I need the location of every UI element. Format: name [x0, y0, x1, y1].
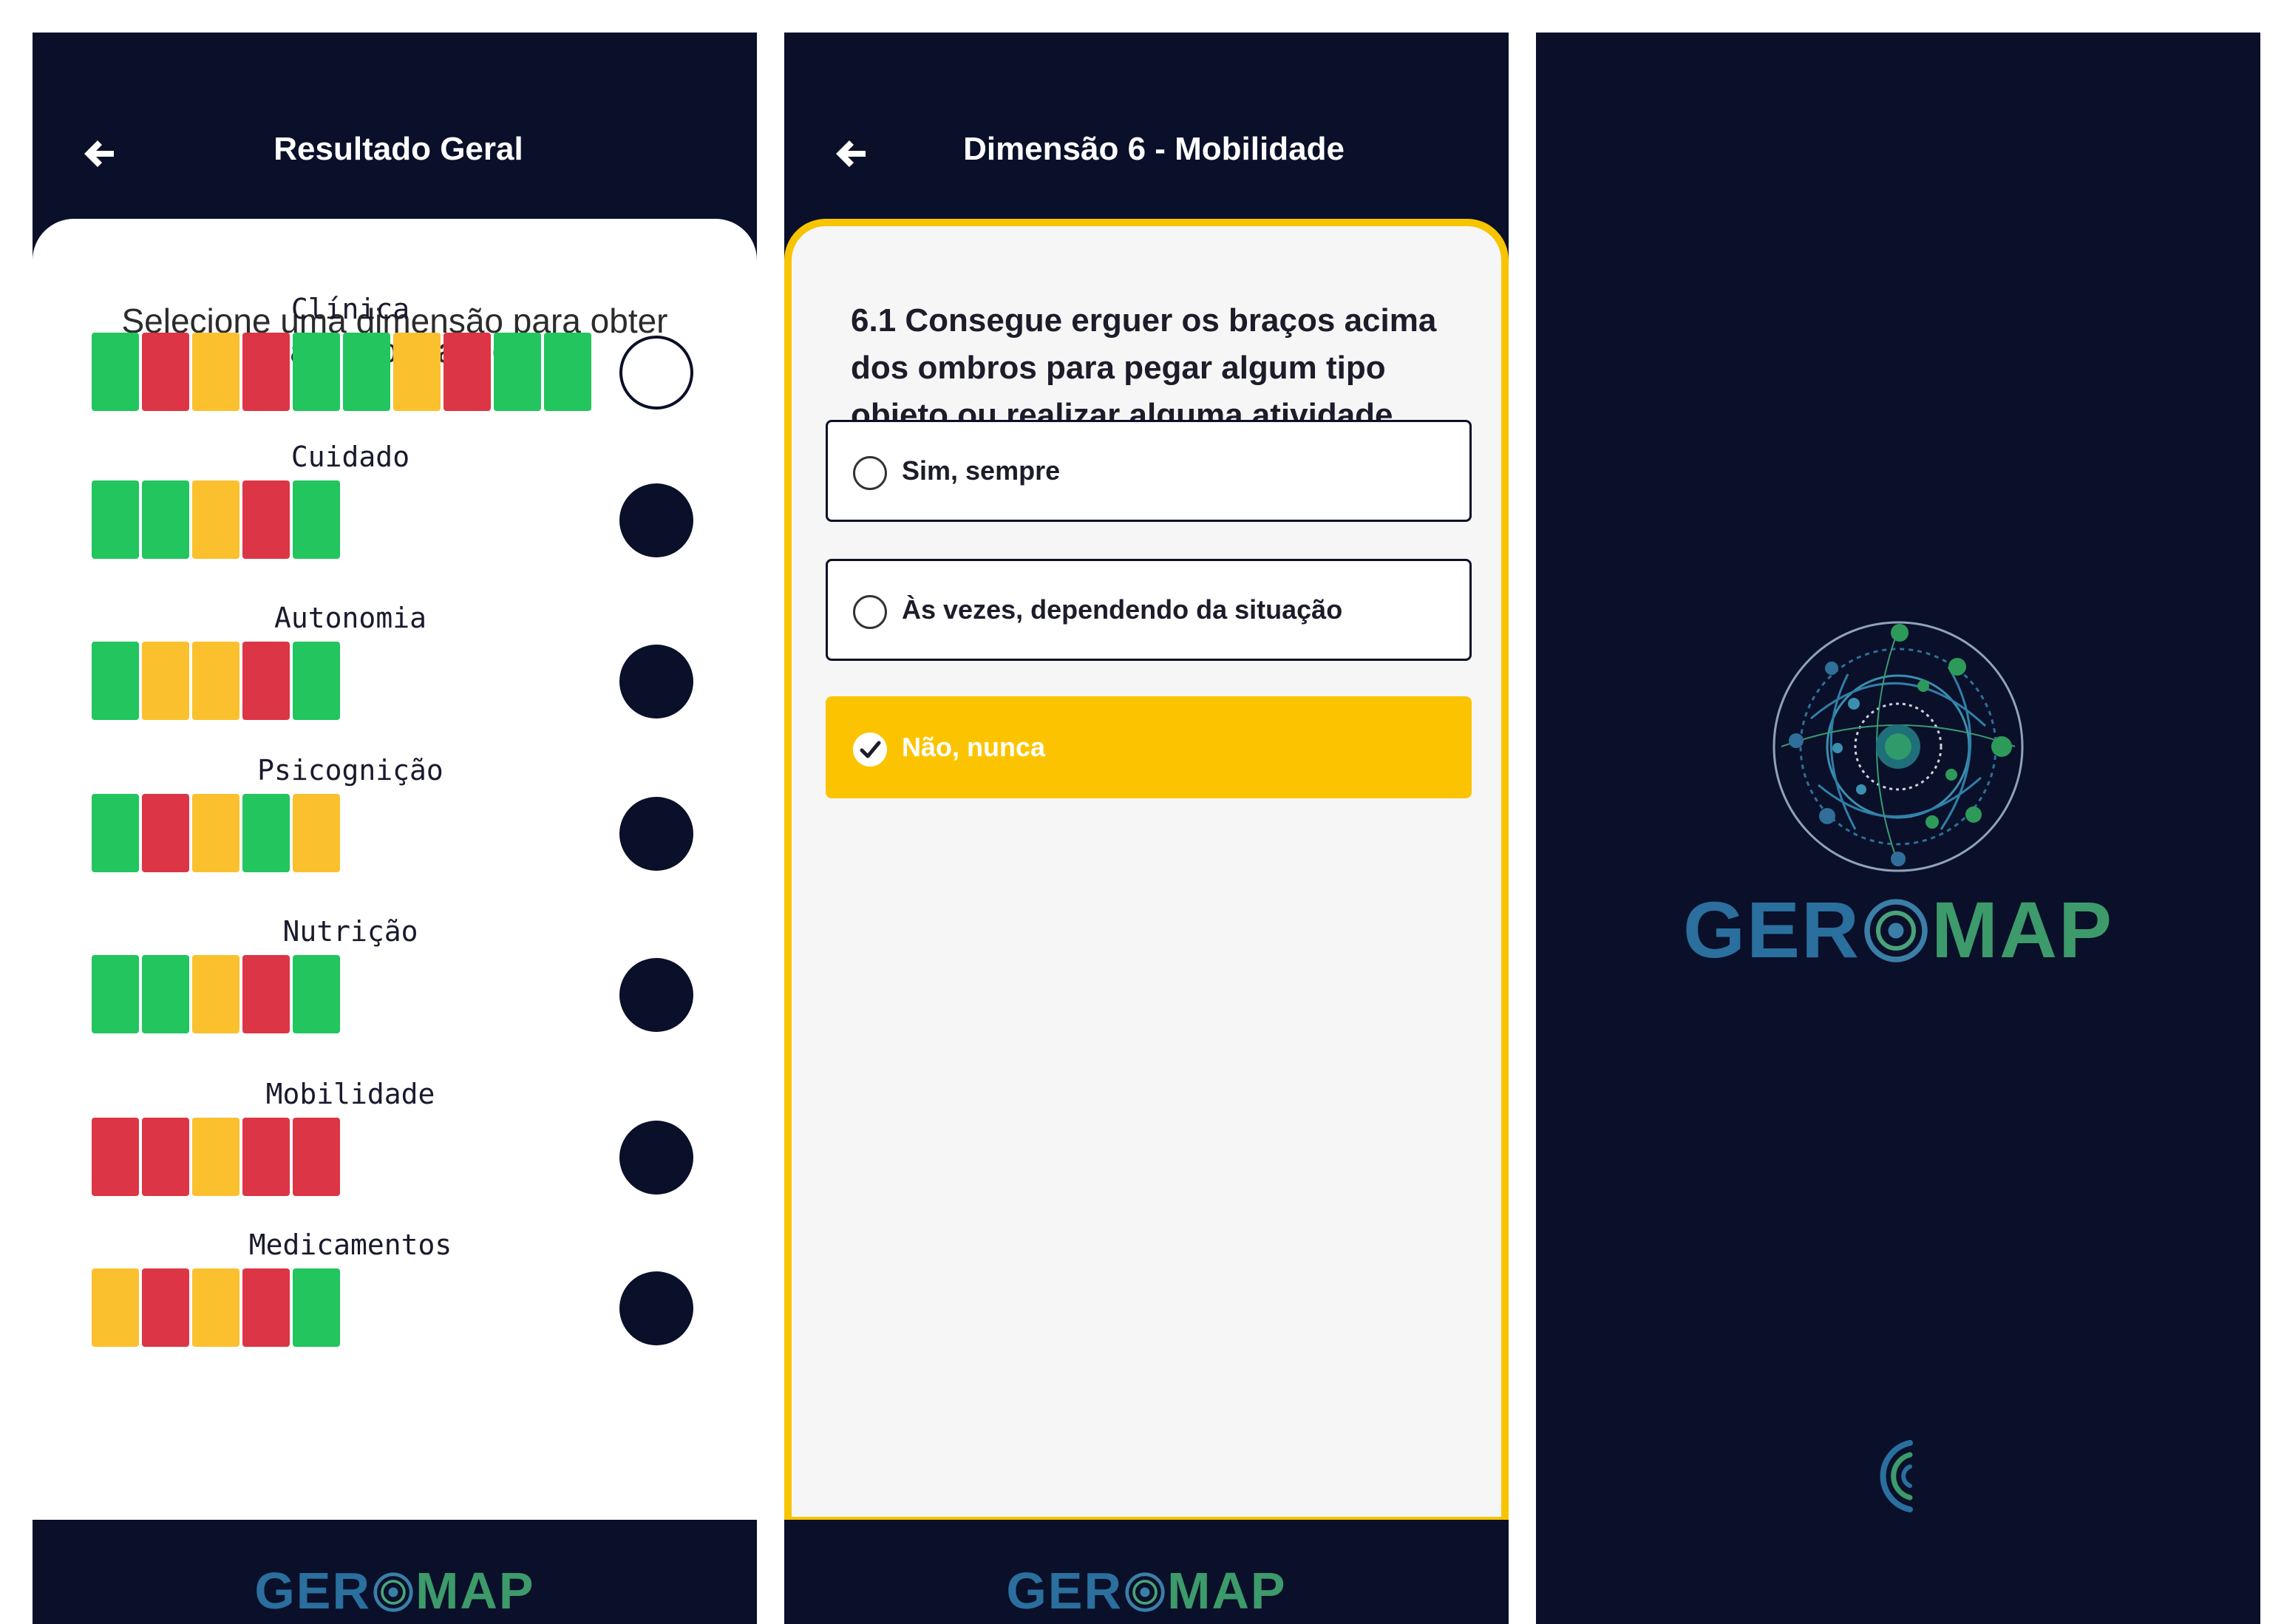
score-bar-green [544, 333, 591, 411]
radio-button[interactable] [853, 595, 887, 629]
dimension-select-button[interactable] [619, 1271, 693, 1345]
screen-resultado-geral: Resultado Geral Selecione uma dimensão p… [33, 33, 757, 1624]
score-bar-yellow [142, 642, 189, 720]
footer-bar: GER MAP [784, 1520, 1509, 1624]
score-bars [92, 642, 340, 720]
score-bar-green [293, 642, 340, 720]
score-bar-red [142, 1118, 189, 1196]
score-bar-yellow [293, 794, 340, 872]
score-bar-green [92, 955, 139, 1033]
dimension-select-button[interactable] [619, 958, 693, 1032]
geromap-emblem-icon [1125, 1572, 1165, 1612]
score-bar-yellow [192, 794, 239, 872]
dimension-row[interactable]: Psicognição [33, 754, 757, 880]
score-bar-yellow [192, 955, 239, 1033]
score-bar-green [142, 480, 189, 559]
geromap-emblem-icon [373, 1572, 413, 1612]
page-title: Resultado Geral [273, 131, 523, 167]
dimension-row[interactable]: Clínica [33, 293, 757, 418]
score-bar-green [242, 794, 290, 872]
dimension-label: Medicamentos [248, 1229, 452, 1261]
results-card: Selecione uma dimensão para obter mais i… [33, 219, 757, 1520]
score-bars [92, 1118, 340, 1196]
score-bar-green [293, 480, 340, 559]
answer-option[interactable]: Não, nunca [826, 696, 1472, 798]
score-bars [92, 480, 340, 559]
option-label: Sim, sempre [902, 455, 1061, 486]
dimension-select-button[interactable] [619, 797, 693, 871]
header-bar: Resultado Geral [33, 33, 757, 219]
score-bar-green [343, 333, 390, 411]
score-bar-red [142, 333, 189, 411]
dimension-row[interactable]: Nutrição [33, 915, 757, 1041]
score-bar-green [142, 955, 189, 1033]
dimension-label: Autonomia [274, 602, 426, 634]
dimension-row[interactable]: Cuidado [33, 441, 757, 566]
screen-splash: GER MAP [1536, 33, 2260, 1624]
geromap-emblem-icon [1864, 899, 1928, 963]
option-label: Não, nunca [902, 732, 1046, 762]
score-bar-yellow [393, 333, 441, 411]
screen-dimension-question: Dimensão 6 - Mobilidade 6.1 Consegue erg… [784, 33, 1509, 1624]
geromap-logo: GER MAP [254, 1562, 535, 1620]
dimension-label: Mobilidade [265, 1078, 435, 1110]
dimension-select-button[interactable] [619, 336, 693, 410]
check-circle-icon [853, 733, 887, 767]
score-bar-red [443, 333, 491, 411]
geromap-logo: GER MAP [1682, 885, 2114, 974]
score-bars [92, 1268, 340, 1347]
score-bar-red [242, 333, 290, 411]
geromap-network-emblem-icon [1773, 621, 2024, 872]
score-bar-green [92, 333, 139, 411]
dimension-row[interactable]: Mobilidade [33, 1078, 757, 1203]
option-label: Às vezes, dependendo da situação [902, 594, 1343, 625]
dimension-row[interactable]: Medicamentos [33, 1229, 757, 1354]
score-bar-green [293, 333, 340, 411]
score-bar-red [242, 1118, 290, 1196]
score-bar-green [293, 955, 340, 1033]
dimension-label: Clínica [290, 293, 410, 325]
question-card: 6.1 Consegue erguer os braços acima dos … [784, 219, 1509, 1524]
score-bars [92, 955, 340, 1033]
dimension-select-button[interactable] [619, 645, 693, 718]
answer-option[interactable]: Às vezes, dependendo da situação [826, 559, 1472, 661]
dimension-row[interactable]: Autonomia [33, 602, 757, 727]
score-bar-yellow [192, 642, 239, 720]
score-bar-yellow [192, 333, 239, 411]
score-bar-red [242, 1268, 290, 1347]
score-bar-red [92, 1118, 139, 1196]
score-bar-green [293, 1268, 340, 1347]
answer-option[interactable]: Sim, sempre [826, 420, 1472, 522]
page-title: Dimensão 6 - Mobilidade [963, 131, 1345, 167]
footer-bar: GER MAP [33, 1520, 757, 1624]
dimension-select-button[interactable] [619, 483, 693, 557]
header-bar: Dimensão 6 - Mobilidade [784, 33, 1509, 219]
score-bar-green [92, 642, 139, 720]
radio-button[interactable] [853, 456, 887, 490]
score-bar-red [142, 1268, 189, 1347]
score-bar-red [242, 642, 290, 720]
score-bar-yellow [92, 1268, 139, 1347]
score-bar-green [494, 333, 541, 411]
score-bar-yellow [192, 480, 239, 559]
score-bar-red [242, 480, 290, 559]
score-bar-yellow [192, 1268, 239, 1347]
loading-spinner-icon [1880, 1440, 1913, 1512]
score-bar-red [293, 1118, 340, 1196]
score-bar-green [92, 794, 139, 872]
score-bar-red [242, 955, 290, 1033]
dimension-label: Nutrição [282, 915, 418, 948]
score-bars [92, 333, 591, 411]
geromap-logo: GER MAP [1006, 1562, 1287, 1620]
dimension-label: Cuidado [290, 441, 410, 473]
score-bar-red [142, 794, 189, 872]
dimension-label: Psicognição [257, 754, 443, 786]
score-bars [92, 794, 340, 872]
score-bar-yellow [192, 1118, 239, 1196]
dimension-select-button[interactable] [619, 1121, 693, 1195]
score-bar-green [92, 480, 139, 559]
